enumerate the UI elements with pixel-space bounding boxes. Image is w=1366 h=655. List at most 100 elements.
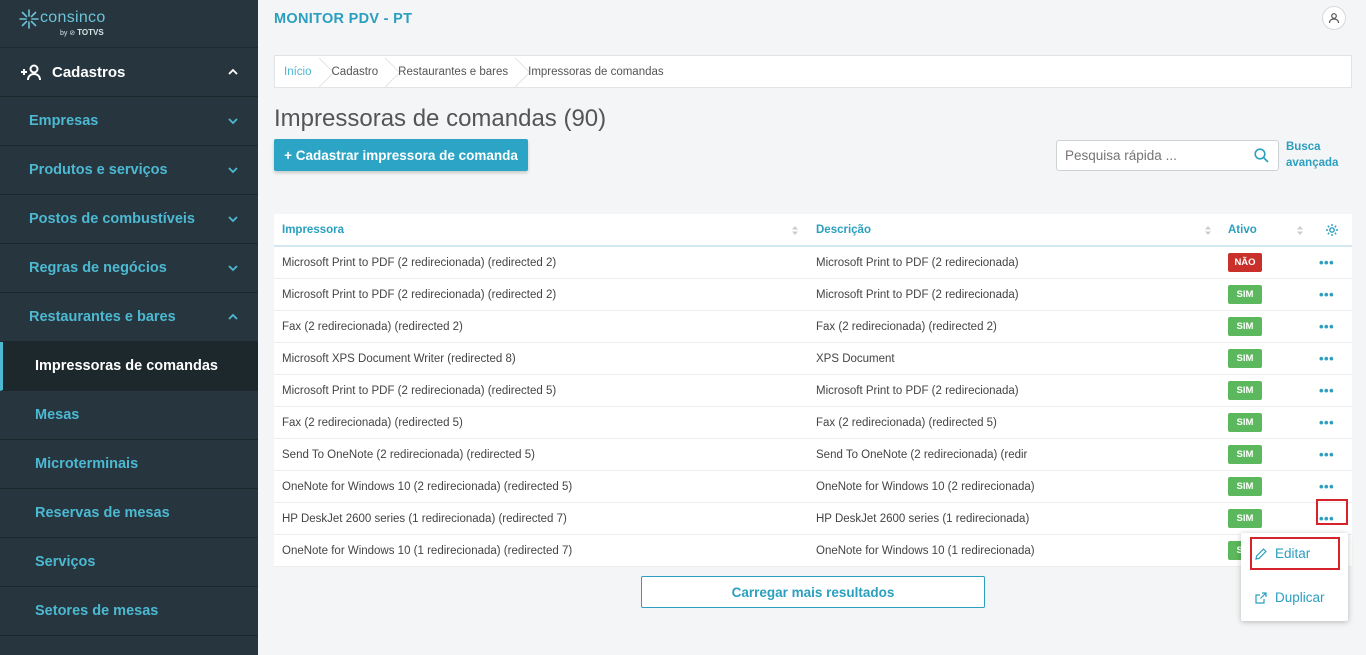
table-row[interactable]: Microsoft Print to PDF (2 redirecionada)…	[274, 279, 1352, 311]
status-badge: SIM	[1228, 349, 1262, 368]
table-row[interactable]: Microsoft Print to PDF (2 redirecionada)…	[274, 247, 1352, 279]
table-row[interactable]: HP DeskJet 2600 series (1 redirecionada)…	[274, 499, 1352, 535]
consinco-logo-icon	[19, 9, 39, 29]
chevron-down-icon	[228, 265, 238, 272]
column-header-ativo[interactable]: Ativo	[1228, 224, 1257, 236]
chevron-up-icon	[228, 68, 238, 75]
breadcrumb-item-inicio[interactable]: Início	[275, 56, 324, 87]
status-badge: SIM	[1228, 445, 1262, 464]
breadcrumb-item-current: Impressoras de comandas	[528, 65, 664, 78]
sidebar-item-label: Mesas	[35, 407, 80, 423]
table-row[interactable]: Fax (2 redirecionada) (redirected 5) Fax…	[274, 407, 1352, 439]
sidebar: consinco by ⊘ TOTVS Cadastros Empresas P…	[0, 0, 258, 655]
cell-description: HP DeskJet 2600 series (1 redirecionada)	[816, 512, 1030, 525]
cell-description: XPS Document	[816, 352, 895, 365]
table-row[interactable]: Fax (2 redirecionada) (redirected 2) Fax…	[274, 311, 1352, 343]
chevron-down-icon	[228, 216, 238, 223]
add-user-icon	[21, 64, 41, 81]
row-actions-button[interactable]: •••	[1319, 384, 1334, 397]
sort-icon[interactable]	[792, 226, 798, 235]
row-actions-button[interactable]: •••	[1319, 480, 1334, 493]
sidebar-item-label: Microterminais	[35, 456, 139, 472]
sidebar-item-servicos[interactable]: Serviços	[0, 538, 258, 587]
column-header-impressora[interactable]: Impressora	[282, 224, 344, 236]
sidebar-item-empresas[interactable]: Empresas	[0, 97, 258, 146]
sidebar-item-restaurantes[interactable]: Restaurantes e bares	[0, 293, 258, 342]
cell-printer: Microsoft Print to PDF (2 redirecionada)…	[282, 288, 557, 301]
table-row[interactable]: Microsoft XPS Document Writer (redirecte…	[274, 343, 1352, 375]
user-menu-button[interactable]	[1322, 6, 1346, 30]
add-printer-button[interactable]: + Cadastrar impressora de comanda	[274, 139, 528, 171]
sidebar-item-produtos[interactable]: Produtos e serviços	[0, 146, 258, 195]
cell-description: Microsoft Print to PDF (2 redirecionada)	[816, 384, 1019, 397]
chevron-up-icon	[228, 313, 238, 320]
table-row[interactable]: Microsoft Print to PDF (2 redirecionada)…	[274, 375, 1352, 407]
cell-description: Send To OneNote (2 redirecionada) (redir	[816, 448, 1028, 461]
cell-printer: Send To OneNote (2 redirecionada) (redir…	[282, 448, 535, 461]
sidebar-item-impressoras[interactable]: Impressoras de comandas	[0, 342, 258, 391]
page-title: Impressoras de comandas (90)	[274, 105, 607, 132]
sidebar-item-cadastros[interactable]: Cadastros	[0, 48, 258, 97]
breadcrumb-item-cadastro[interactable]: Cadastro	[324, 56, 391, 87]
table-row[interactable]: Send To OneNote (2 redirecionada) (redir…	[274, 439, 1352, 471]
status-badge: NÃO	[1228, 253, 1262, 272]
cell-printer: HP DeskJet 2600 series (1 redirecionada)…	[282, 512, 567, 525]
sidebar-item-regras[interactable]: Regras de negócios	[0, 244, 258, 293]
sidebar-item-postos[interactable]: Postos de combustíveis	[0, 195, 258, 244]
sidebar-item-label: Serviços	[35, 554, 96, 570]
sidebar-item-setores[interactable]: Setores de mesas	[0, 587, 258, 636]
menu-item-duplicate[interactable]: Duplicar	[1255, 590, 1325, 605]
search-icon[interactable]	[1254, 148, 1269, 163]
sort-icon[interactable]	[1205, 226, 1211, 235]
row-actions-button[interactable]: •••	[1319, 416, 1334, 429]
search-input[interactable]	[1057, 141, 1247, 169]
breadcrumb-item-restaurantes[interactable]: Restaurantes e bares	[390, 56, 520, 87]
row-actions-button[interactable]: •••	[1319, 320, 1334, 333]
table-row[interactable]: OneNote for Windows 10 (1 redirecionada)…	[274, 535, 1352, 567]
sidebar-item-label: Regras de negócios	[29, 260, 167, 276]
sidebar-item-label: Empresas	[29, 113, 99, 129]
cell-description: Microsoft Print to PDF (2 redirecionada)	[816, 288, 1019, 301]
cell-printer: Microsoft XPS Document Writer (redirecte…	[282, 352, 516, 365]
row-actions-highlight	[1316, 499, 1348, 525]
status-badge: SIM	[1228, 477, 1262, 496]
row-actions-button[interactable]: •••	[1319, 256, 1334, 269]
cell-description: OneNote for Windows 10 (1 redirecionada)	[816, 544, 1035, 557]
cell-printer: Fax (2 redirecionada) (redirected 2)	[282, 320, 463, 333]
cell-description: Fax (2 redirecionada) (redirected 2)	[816, 320, 997, 333]
column-header-descricao[interactable]: Descrição	[816, 224, 871, 236]
sidebar-item-microterminais[interactable]: Microterminais	[0, 440, 258, 489]
row-actions-button[interactable]: •••	[1319, 448, 1334, 461]
edit-highlight	[1250, 537, 1340, 570]
load-more-button[interactable]: Carregar mais resultados	[641, 576, 985, 608]
brand-name: consinco	[40, 9, 106, 26]
cell-printer: Microsoft Print to PDF (2 redirecionada)…	[282, 256, 557, 269]
sidebar-item-label: Setores de mesas	[35, 603, 159, 619]
status-badge: SIM	[1228, 317, 1262, 336]
cell-description: Microsoft Print to PDF (2 redirecionada)	[816, 256, 1019, 269]
table-row[interactable]: OneNote for Windows 10 (2 redirecionada)…	[274, 471, 1352, 503]
sidebar-item-reservas[interactable]: Reservas de mesas	[0, 489, 258, 538]
status-badge: SIM	[1228, 413, 1262, 432]
brand-by: by ⊘ TOTVS	[60, 28, 104, 37]
sidebar-item-label: Impressoras de comandas	[35, 358, 218, 374]
sidebar-item-label: Produtos e serviços	[29, 162, 168, 178]
gear-icon[interactable]	[1325, 223, 1339, 237]
cell-printer: Fax (2 redirecionada) (redirected 5)	[282, 416, 463, 429]
cell-printer: Microsoft Print to PDF (2 redirecionada)…	[282, 384, 557, 397]
row-actions-button[interactable]: •••	[1319, 288, 1334, 301]
cell-printer: OneNote for Windows 10 (1 redirecionada)…	[282, 544, 573, 557]
sort-icon[interactable]	[1297, 226, 1303, 235]
user-icon	[1328, 13, 1340, 24]
app-title: MONITOR PDV - PT	[274, 11, 413, 27]
cell-description: OneNote for Windows 10 (2 redirecionada)	[816, 480, 1035, 493]
row-actions-button[interactable]: •••	[1319, 352, 1334, 365]
printers-table: Impressora Descrição Ativo Microsoft Pri…	[274, 214, 1352, 567]
chevron-down-icon	[228, 118, 238, 125]
quick-search	[1056, 140, 1279, 171]
status-badge: SIM	[1228, 381, 1262, 400]
sidebar-item-mesas[interactable]: Mesas	[0, 391, 258, 440]
brand-logo[interactable]: consinco by ⊘ TOTVS	[0, 0, 258, 48]
advanced-search-link[interactable]: Busca avançada	[1286, 139, 1346, 171]
chevron-down-icon	[228, 167, 238, 174]
